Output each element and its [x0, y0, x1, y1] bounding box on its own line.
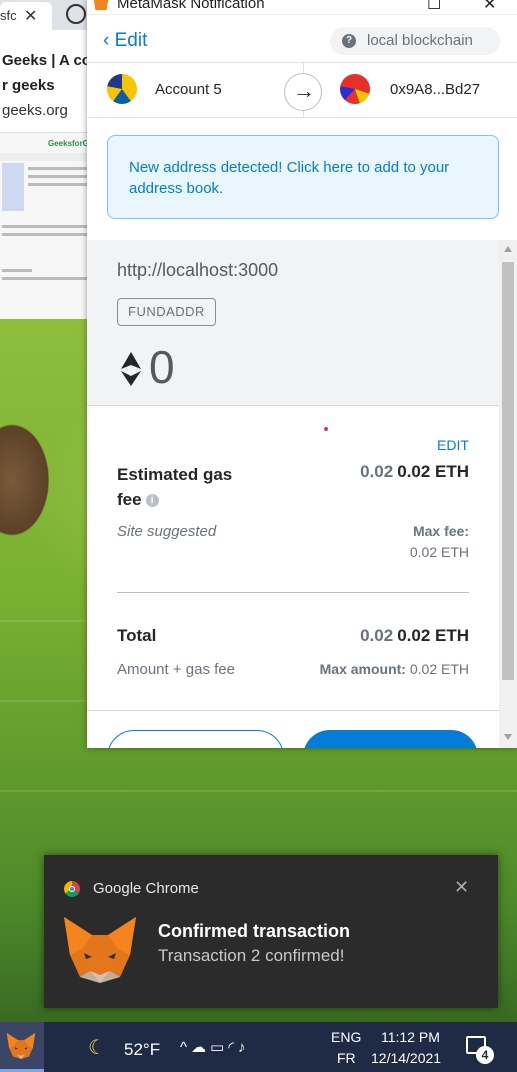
close-icon[interactable]: ✕ [483, 0, 496, 14]
notification-count-badge: 4 [476, 1046, 494, 1064]
scrollbar[interactable] [499, 240, 517, 748]
recipient-address[interactable]: 0x9A8...Bd27 [390, 81, 480, 98]
new-address-notice-text: New address detected! Click here to add … [129, 159, 450, 197]
metamask-fox-icon [6, 1032, 36, 1060]
cloud-icon[interactable]: ☁ [191, 1039, 210, 1056]
toast-app-name: Google Chrome [93, 880, 199, 897]
toast-title: Confirmed transaction [158, 921, 351, 941]
wifi-icon[interactable]: ◜ [228, 1039, 238, 1056]
globe-icon[interactable] [66, 4, 86, 24]
divider [117, 592, 469, 593]
thumbnail-line [2, 269, 32, 272]
thumbnail-line [28, 183, 88, 186]
site-url[interactable]: geeks.org [2, 102, 68, 119]
toast-body: Transaction 2 confirmed! [158, 946, 345, 965]
transaction-amount: 0 [149, 341, 175, 393]
window-title: MetaMask Notification [117, 0, 265, 12]
scroll-down-icon[interactable] [504, 734, 512, 740]
gas-fee-label-text: Estimated gas fee [117, 465, 233, 509]
gas-fee-value: 0.02 0.02 ETH [360, 462, 469, 482]
chrome-icon [64, 881, 80, 897]
chevron-left-icon: ‹ [103, 30, 110, 51]
moon-weather-icon[interactable]: ☾ [88, 1035, 106, 1060]
recipient-avatar [340, 74, 370, 104]
network-name: local blockchain [367, 32, 473, 49]
weather-temperature[interactable]: 52°F [124, 1040, 160, 1060]
max-amount-value: 0.02 ETH [409, 661, 469, 677]
info-icon[interactable]: i [145, 494, 159, 508]
metamask-fox-icon [64, 917, 136, 983]
volume-icon[interactable]: ♪ [238, 1039, 250, 1056]
max-amount: Max amount: 0.02 ETH [320, 661, 469, 677]
input-language-secondary[interactable]: FR [337, 1050, 356, 1066]
method-badge: FUNDADDR [117, 298, 216, 326]
ethereum-icon [121, 352, 141, 386]
grass-texture [0, 790, 517, 792]
confirm-button[interactable] [303, 730, 478, 748]
back-edit-button[interactable]: ‹ Edit [103, 30, 147, 52]
article-title-continued[interactable]: r geeks [2, 77, 55, 94]
gas-fee-label: Estimated gas fee i [117, 462, 257, 512]
gas-fee-secondary: 0.02 [360, 462, 394, 481]
scroll-up-icon[interactable] [504, 246, 512, 252]
window-titlebar[interactable]: MetaMask Notification ☐ ✕ [87, 0, 517, 15]
total-secondary: 0.02 [360, 626, 394, 645]
system-tray-icons[interactable]: ^☁▭◜♪ [180, 1038, 250, 1056]
thumbnail-card [2, 163, 24, 211]
question-icon: ? [342, 34, 356, 48]
thumbnail-line [2, 225, 92, 228]
taskbar: ☾ 52°F ^☁▭◜♪ ENG FR 11:12 PM 12/14/2021 … [0, 1022, 517, 1072]
chevron-up-icon[interactable]: ^ [180, 1039, 191, 1056]
total-value: 0.02 0.02 ETH [360, 626, 469, 646]
browser-tab[interactable]: sfc ✕ [0, 2, 52, 30]
taskbar-metamask-button[interactable] [0, 1022, 44, 1072]
site-origin: http://localhost:3000 [117, 260, 279, 280]
close-icon[interactable]: ✕ [24, 6, 37, 26]
site-origin-section: http://localhost:3000 FUNDADDR 0 [87, 240, 499, 406]
new-address-notice[interactable]: New address detected! Click here to add … [107, 135, 499, 219]
back-edit-label: Edit [114, 30, 148, 51]
browser-tab-label: sfc [0, 8, 17, 23]
sender-avatar [107, 74, 137, 104]
sender-recipient-row: Account 5 → 0x9A8...Bd27 [87, 62, 517, 118]
total-primary: 0.02 ETH [397, 626, 469, 645]
edit-gas-button[interactable]: EDIT [437, 437, 469, 453]
clock-time[interactable]: 11:12 PM [381, 1029, 440, 1045]
article-title[interactable]: Geeks | A co [2, 52, 91, 69]
arrow-right-icon: → [284, 73, 322, 111]
max-fee-label: Max fee: [412, 523, 469, 539]
close-icon[interactable]: ✕ [454, 877, 469, 898]
reject-button[interactable] [107, 730, 284, 748]
scroll-thumb[interactable] [502, 262, 514, 680]
network-selector[interactable]: ? local blockchain [330, 27, 500, 55]
site-suggested-label: Site suggested [117, 523, 217, 540]
clock-date[interactable]: 12/14/2021 [371, 1050, 441, 1066]
metamask-window[interactable]: MetaMask Notification ☐ ✕ ‹ Edit ? local… [87, 0, 517, 748]
footer-divider [87, 710, 499, 711]
sender-account-name[interactable]: Account 5 [155, 81, 222, 98]
status-dot [324, 427, 328, 431]
notification-toast[interactable]: Google Chrome ✕ Confirmed transaction Tr… [44, 855, 498, 1008]
battery-icon[interactable]: ▭ [210, 1039, 228, 1056]
max-amount-label: Max amount: [319, 661, 406, 677]
total-label: Total [117, 626, 157, 645]
metamask-fox-icon [93, 0, 109, 10]
amount-plus-gas-label: Amount + gas fee [117, 661, 235, 678]
maximize-icon[interactable]: ☐ [427, 0, 441, 14]
max-fee-value: 0.02 ETH [409, 544, 469, 560]
gas-fee-primary: 0.02 ETH [397, 462, 469, 481]
input-language[interactable]: ENG [331, 1029, 361, 1045]
